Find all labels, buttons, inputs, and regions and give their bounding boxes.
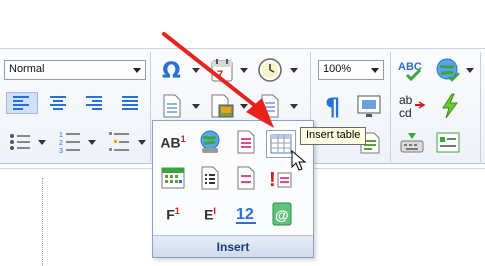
application-window: { "ribbon": { "style_select": { "value":… [0, 0, 485, 266]
fullscreen-icon [357, 95, 381, 117]
footnote-icon: F1 [166, 206, 180, 223]
popup-footer-label: Insert [216, 239, 250, 254]
insert-table-tooltip: Insert table [300, 127, 367, 145]
field-page-icon [201, 166, 219, 190]
insert-page-number-button[interactable]: 12 [232, 200, 260, 228]
insert-field-button[interactable] [196, 164, 224, 192]
insert-email-button[interactable]: @ [268, 200, 296, 228]
page-break-icon [237, 166, 255, 190]
group-separator [480, 52, 481, 162]
page-margin-guide [42, 178, 43, 266]
pilcrow-icon: ¶ [325, 93, 340, 119]
calendar-grid-icon [161, 167, 185, 189]
insert-calendar-button[interactable] [158, 164, 188, 192]
spell-check-icon: ABC [398, 61, 422, 82]
paragraph-style-value: Normal [9, 63, 45, 75]
keyboard-button[interactable] [398, 130, 426, 156]
at-sign-icon: @ [272, 202, 292, 226]
multilevel-list-dropdown-icon[interactable] [138, 140, 146, 145]
align-right-button[interactable] [80, 92, 108, 114]
table-grid-icon [270, 134, 292, 154]
chevron-down-icon [371, 68, 379, 73]
fullscreen-button[interactable] [354, 92, 384, 120]
mouse-cursor-icon [291, 150, 307, 171]
ab-superscript-icon: AB1 [160, 134, 185, 151]
numbering-icon: 12 [236, 206, 256, 224]
spell-check-button[interactable]: ABC [396, 56, 428, 84]
chevron-down-icon [133, 68, 141, 73]
show-formatting-button[interactable]: ¶ [320, 92, 348, 120]
thesaurus-button[interactable]: ab cd [396, 92, 428, 120]
keyboard-icon [400, 133, 424, 153]
svg-text:2: 2 [59, 140, 63, 147]
insert-text-box-dropdown-icon[interactable] [290, 104, 298, 109]
endnote-number: I [213, 205, 216, 216]
align-center-button[interactable] [44, 92, 72, 114]
paragraph-style-select[interactable]: Normal [4, 60, 146, 80]
svg-text:3: 3 [59, 148, 63, 154]
svg-text:@: @ [275, 207, 289, 223]
bullet-list-dropdown-icon[interactable] [38, 140, 46, 145]
justify-icon [122, 96, 138, 110]
footnote-letter: F [166, 206, 175, 223]
ab-text: AB [160, 134, 181, 151]
form-button[interactable] [434, 130, 462, 156]
language-button[interactable] [434, 56, 462, 84]
group-separator [390, 52, 391, 162]
annotation-arrow-icon [162, 32, 274, 128]
macro-button[interactable] [436, 92, 464, 120]
multilevel-list-button[interactable] [106, 128, 134, 156]
lightning-icon [442, 93, 458, 119]
align-center-icon [50, 96, 66, 110]
insert-page-break-button[interactable] [232, 164, 260, 192]
endnote-letter: E [204, 206, 214, 223]
globe-check-icon [436, 58, 460, 82]
language-dropdown-icon[interactable] [466, 68, 474, 73]
footnote-number: 1 [174, 205, 180, 216]
justify-button[interactable] [116, 92, 144, 114]
align-left-icon [13, 96, 29, 110]
svg-text:!: ! [269, 169, 276, 191]
svg-text:1: 1 [59, 132, 63, 139]
form-icon [436, 132, 460, 153]
numbering-text: 12 [236, 206, 254, 223]
abcd-top-text: ab [399, 93, 413, 107]
insert-endnote-button[interactable]: EI [196, 200, 224, 228]
svg-text:¶: ¶ [325, 93, 340, 119]
align-right-icon [86, 96, 102, 110]
abcd-icon: abcd [399, 93, 426, 120]
numbered-list-button[interactable]: 123 [56, 128, 84, 156]
numbered-list-icon: 123 [59, 132, 80, 154]
align-left-button[interactable] [6, 92, 38, 114]
numbered-list-dropdown-icon[interactable] [88, 140, 96, 145]
abcd-bottom-text: cd [399, 106, 412, 120]
insert-time-dropdown-icon[interactable] [290, 68, 298, 73]
zoom-value: 100% [323, 63, 352, 75]
zoom-select[interactable]: 100% [318, 60, 384, 80]
bullet-list-icon [10, 134, 30, 150]
bullet-list-button[interactable] [6, 130, 34, 154]
insert-footnote-button[interactable]: F1 [158, 200, 188, 228]
endnote-icon: EI [204, 206, 216, 223]
popup-footer: Insert [153, 235, 313, 257]
tooltip-text: Insert table [306, 129, 361, 141]
multilevel-list-icon [109, 132, 129, 151]
